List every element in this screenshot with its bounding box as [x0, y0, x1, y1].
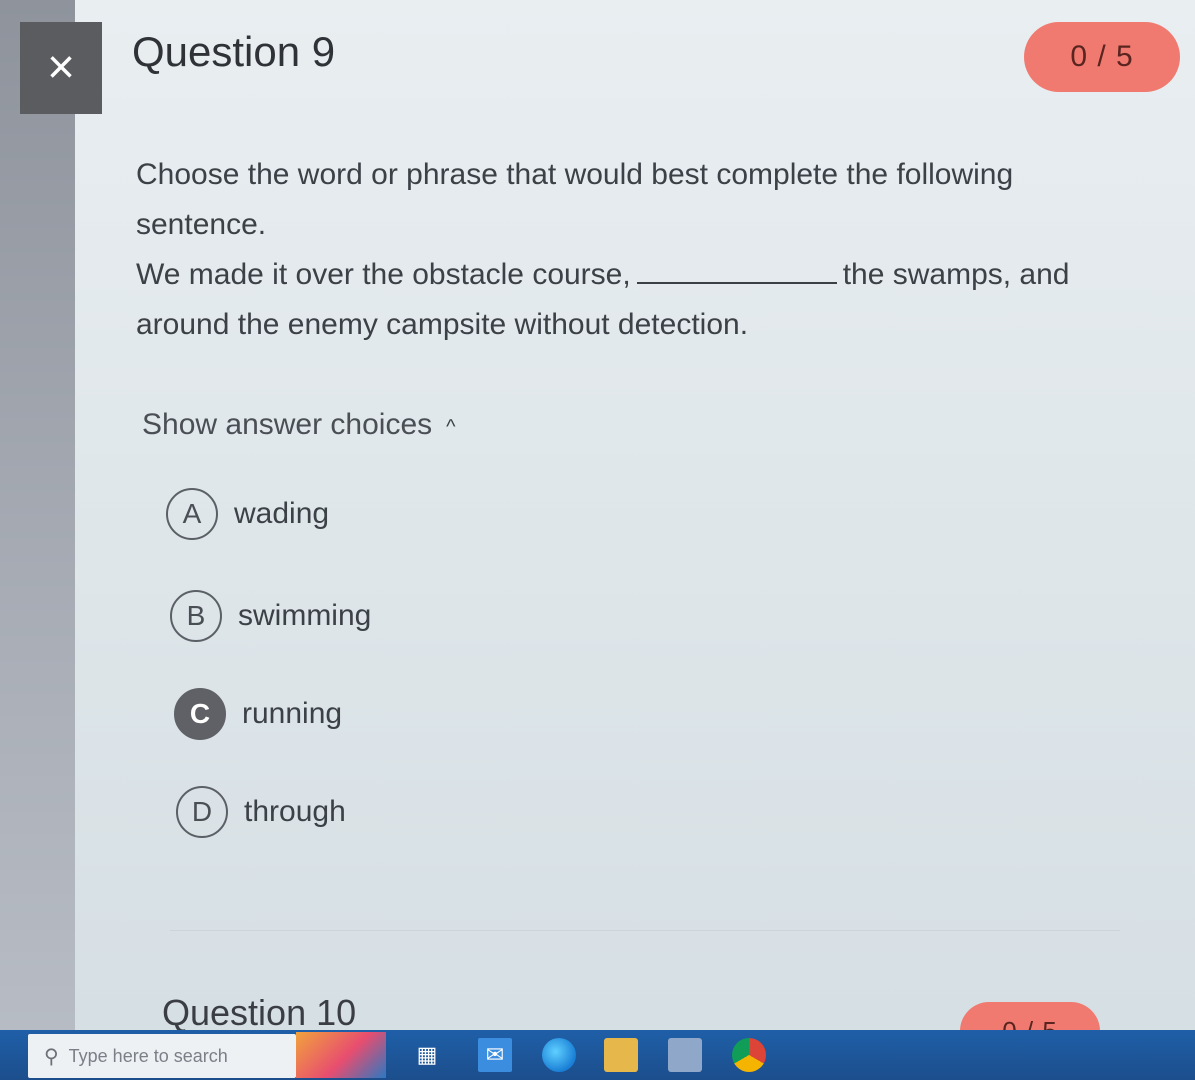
answer-blank: [636, 256, 837, 284]
store-icon[interactable]: [668, 1038, 702, 1072]
mail-icon[interactable]: ✉: [478, 1038, 512, 1072]
next-question-title[interactable]: Question 10: [162, 992, 356, 1034]
widgets-thumbnail[interactable]: [296, 1032, 386, 1078]
chrome-icon[interactable]: [732, 1038, 766, 1072]
question-divider: [170, 930, 1120, 931]
choice-b[interactable]: B swimming: [170, 590, 371, 642]
close-button[interactable]: ×: [20, 22, 102, 114]
choice-letter: B: [170, 590, 222, 642]
choice-text: wading: [234, 497, 330, 530]
choice-text: running: [242, 697, 343, 730]
choice-d[interactable]: D through: [176, 786, 346, 838]
toggle-label: Show answer choices: [142, 408, 433, 441]
file-explorer-icon[interactable]: [604, 1038, 638, 1072]
quiz-page: × Question 9 0 / 5 Choose the word or ph…: [0, 0, 1195, 1080]
sentence-before: We made it over the obstacle course,: [136, 258, 631, 291]
choice-letter: A: [166, 488, 218, 540]
windows-taskbar: ⚲ Type here to search ▦ ✉: [0, 1030, 1195, 1080]
score-badge: 0 / 5: [1024, 22, 1180, 92]
taskbar-search-box[interactable]: ⚲ Type here to search: [28, 1034, 296, 1078]
task-view-icon[interactable]: ▦: [410, 1038, 444, 1072]
question-prompt: Choose the word or phrase that would bes…: [136, 150, 1116, 350]
search-icon: ⚲: [44, 1045, 59, 1068]
left-background-bar: [0, 0, 75, 1030]
choice-c[interactable]: C running: [174, 688, 342, 740]
choice-a[interactable]: A wading: [166, 488, 329, 540]
choice-letter: D: [176, 786, 228, 838]
search-placeholder: Type here to search: [68, 1045, 228, 1066]
choice-text: swimming: [238, 599, 372, 632]
choice-letter-selected: C: [174, 688, 226, 740]
question-title: Question 9: [132, 28, 336, 75]
instruction-text: Choose the word or phrase that would bes…: [136, 158, 1014, 241]
sentence-text: We made it over the obstacle course, the …: [136, 250, 1116, 350]
edge-icon[interactable]: [542, 1038, 576, 1072]
choice-text: through: [244, 795, 346, 828]
close-icon: ×: [46, 41, 76, 94]
show-answer-choices-toggle[interactable]: Show answer choices ^: [142, 408, 456, 442]
chevron-up-icon: ^: [446, 415, 456, 438]
